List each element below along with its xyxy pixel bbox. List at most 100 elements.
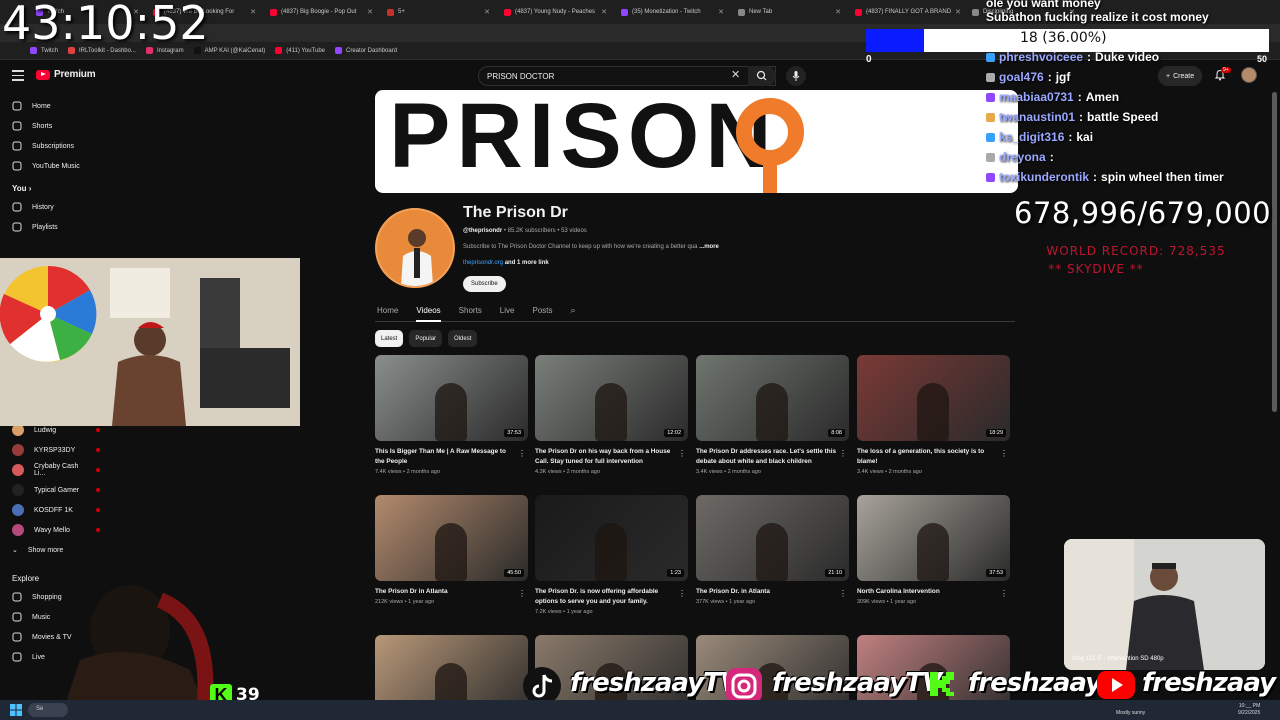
- sidebar-item-home[interactable]: Home: [0, 96, 110, 116]
- subscription-label: Ludwig: [34, 426, 57, 434]
- tab-videos[interactable]: Videos: [416, 302, 441, 322]
- video-title[interactable]: The Prison Dr. in Atlanta: [696, 587, 838, 597]
- more-options-icon[interactable]: ⋮: [518, 589, 526, 598]
- more-options-icon[interactable]: ⋮: [678, 589, 686, 598]
- more-options-icon[interactable]: ⋮: [1000, 449, 1008, 458]
- more-options-icon[interactable]: ⋮: [678, 449, 686, 458]
- subscription-item[interactable]: Typical Gamer: [0, 480, 110, 500]
- account-avatar[interactable]: [1241, 67, 1257, 83]
- tab-close-icon[interactable]: ✕: [835, 8, 841, 16]
- video-card[interactable]: 12:02 The Prison Dr on his way back from …: [535, 355, 688, 475]
- video-card[interactable]: 37:53 This Is Bigger Than Me | A Raw Mess…: [375, 355, 528, 475]
- video-thumbnail[interactable]: 45:50: [375, 495, 528, 581]
- chip-oldest[interactable]: Oldest: [448, 330, 478, 347]
- sidebar-item-history[interactable]: History: [0, 197, 110, 217]
- video-title[interactable]: The loss of a generation, this society i…: [857, 447, 999, 467]
- more-options-icon[interactable]: ⋮: [1000, 589, 1008, 598]
- webcam-scene: [0, 258, 300, 426]
- tab-close-icon[interactable]: ✕: [484, 8, 490, 16]
- browser-tab[interactable]: New Tab ✕: [732, 2, 847, 22]
- video-card[interactable]: 18:29 The loss of a generation, this soci…: [857, 355, 1010, 475]
- channel-search-icon[interactable]: ⌕: [571, 302, 576, 321]
- video-card[interactable]: 1:23 The Prison Dr. is now offering affor…: [535, 495, 688, 615]
- taskbar-weather[interactable]: Mostly sunny: [1116, 710, 1145, 716]
- webcam-overlay: [0, 258, 300, 426]
- browser-tab[interactable]: (4837) Young Nudy - Peaches ✕: [498, 2, 613, 22]
- sidebar-item-subscriptions[interactable]: Subscriptions: [0, 136, 110, 156]
- video-duration: 37:53: [986, 569, 1006, 577]
- browser-tab[interactable]: 5+ ✕: [381, 2, 496, 22]
- video-thumbnail[interactable]: 18:29: [857, 355, 1010, 441]
- chip-popular[interactable]: Popular: [409, 330, 443, 347]
- youtube-logo[interactable]: Premium: [36, 69, 96, 80]
- shorts-icon: [12, 121, 22, 131]
- video-thumbnail[interactable]: 12:02: [535, 355, 688, 441]
- tab-close-icon[interactable]: ✕: [601, 8, 607, 16]
- channel-link[interactable]: theprisondr.org: [463, 260, 503, 266]
- video-card[interactable]: 45:50 The Prison Dr in Atlanta 212K views …: [375, 495, 528, 605]
- tab-posts[interactable]: Posts: [532, 302, 552, 322]
- taskbar-clock[interactable]: 10:__ PM 9/22/2025: [1238, 703, 1260, 717]
- video-title[interactable]: The Prison Dr in Atlanta: [375, 587, 517, 597]
- subscription-item[interactable]: KOSDFF 1K: [0, 500, 110, 520]
- subscription-item[interactable]: Crybaby Cash Li...: [0, 460, 110, 480]
- video-thumbnail[interactable]: 1:23: [535, 495, 688, 581]
- windows-start-icon[interactable]: [10, 704, 22, 716]
- create-label: Create: [1173, 72, 1195, 80]
- you-heading[interactable]: You ›: [0, 176, 110, 197]
- tab-home[interactable]: Home: [377, 302, 398, 322]
- video-card[interactable]: 21:10 The Prison Dr. in Atlanta 377K views…: [696, 495, 849, 605]
- video-duration: 45:50: [504, 569, 524, 577]
- subscribe-button[interactable]: Subscribe: [463, 276, 506, 292]
- video-thumbnail[interactable]: 8:08: [696, 355, 849, 441]
- tab-close-icon[interactable]: ✕: [250, 8, 256, 16]
- tab-live[interactable]: Live: [500, 302, 515, 322]
- bookmark-item[interactable]: Creator Dashboard: [335, 47, 397, 54]
- more-options-icon[interactable]: ⋮: [839, 449, 847, 458]
- sidebar-item-playlists[interactable]: Playlists: [0, 217, 110, 237]
- video-title[interactable]: North Carolina Intervention: [857, 587, 999, 597]
- more-links[interactable]: and 1 more link: [505, 260, 549, 266]
- search-button[interactable]: [748, 66, 776, 86]
- create-button[interactable]: + Create: [1158, 66, 1203, 86]
- tab-shorts[interactable]: Shorts: [459, 302, 482, 322]
- subscription-item[interactable]: Wavy Mello: [0, 520, 110, 540]
- browser-tab[interactable]: (35) Monetization - Twitch ✕: [615, 2, 730, 22]
- subscription-item[interactable]: KYRSP33DY: [0, 440, 110, 460]
- channel-description[interactable]: Subscribe to The Prison Doctor Channel t…: [463, 244, 763, 250]
- video-thumbnail[interactable]: 21:10: [696, 495, 849, 581]
- description-more[interactable]: ...more: [699, 244, 719, 250]
- more-options-icon[interactable]: ⋮: [518, 449, 526, 458]
- video-title[interactable]: This Is Bigger Than Me | A Raw Message t…: [375, 447, 517, 467]
- sidebar-item-shorts[interactable]: Shorts: [0, 116, 110, 136]
- video-title[interactable]: The Prison Dr on his way back from a Hou…: [535, 447, 677, 467]
- video-thumbnail[interactable]: 37:53: [375, 355, 528, 441]
- video-title[interactable]: The Prison Dr. is now offering affordabl…: [535, 587, 677, 607]
- scrollbar[interactable]: [1272, 92, 1277, 412]
- video-thumbnail[interactable]: 37:53: [857, 495, 1010, 581]
- video-card[interactable]: 37:53 North Carolina Intervention 309K vie…: [857, 495, 1010, 605]
- clear-search-icon[interactable]: ✕: [731, 68, 740, 81]
- channel-links[interactable]: theprisondr.org and 1 more link: [463, 260, 549, 266]
- picture-in-picture-video[interactable]: [1064, 539, 1265, 670]
- sidebar-item-youtube-music[interactable]: YouTube Music: [0, 156, 110, 176]
- video-card[interactable]: 8:08 The Prison Dr addresses race. Let's …: [696, 355, 849, 475]
- taskbar-search[interactable]: Se: [28, 703, 68, 717]
- voice-search-button[interactable]: [786, 66, 806, 86]
- chat-badge-icon: [986, 112, 995, 122]
- browser-tab[interactable]: (4837) Big Boogie - Pop Out ✕: [264, 2, 379, 22]
- world-record-label: WORLD RECORD: 728,535: [1046, 244, 1226, 258]
- video-meta: 309K views • 1 year ago: [857, 599, 917, 605]
- tab-close-icon[interactable]: ✕: [955, 8, 961, 16]
- menu-icon[interactable]: [12, 70, 24, 81]
- tab-close-icon[interactable]: ✕: [718, 8, 724, 16]
- browser-tab[interactable]: (4837) FINALLY GOT A BRAND ✕: [849, 2, 964, 22]
- bookmark-item[interactable]: (411) YouTube: [275, 47, 325, 54]
- chat-text: kai: [1076, 130, 1094, 144]
- thumbnail-person: [917, 383, 949, 441]
- more-options-icon[interactable]: ⋮: [839, 589, 847, 598]
- chip-latest[interactable]: Latest: [375, 330, 404, 347]
- tab-close-icon[interactable]: ✕: [367, 8, 373, 16]
- show-more-button[interactable]: ⌄ Show more: [0, 540, 110, 560]
- video-title[interactable]: The Prison Dr addresses race. Let's sett…: [696, 447, 838, 467]
